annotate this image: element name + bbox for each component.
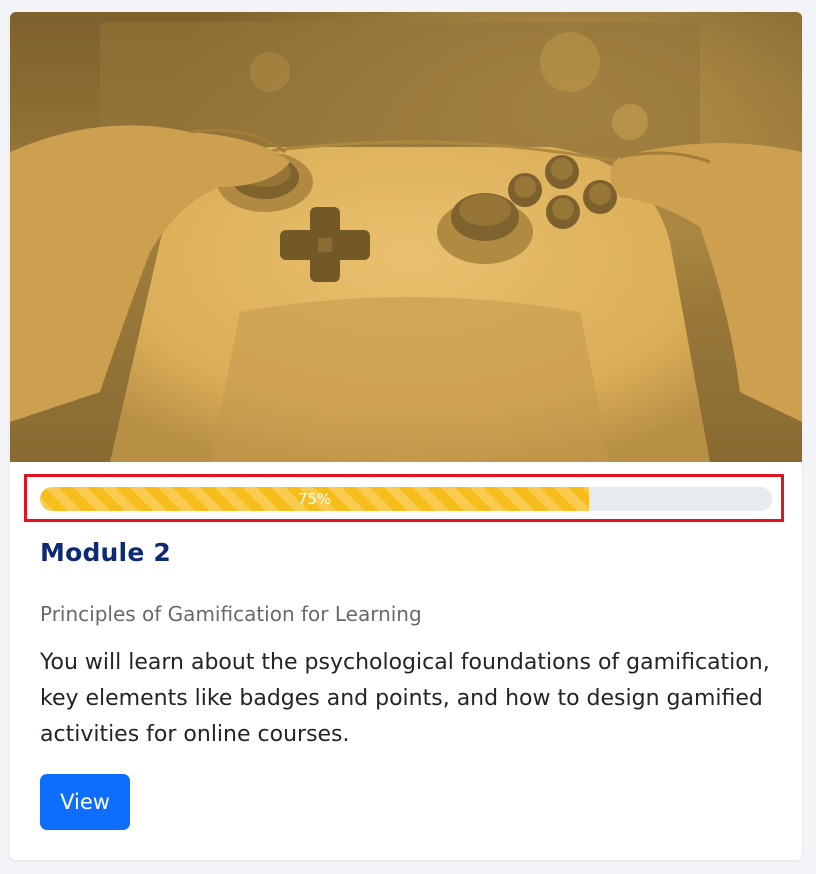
- progress-fill: 75%: [40, 487, 589, 511]
- module-card: 75% Module 2 Principles of Gamification …: [10, 12, 802, 860]
- game-controller-icon: [10, 12, 802, 462]
- view-button[interactable]: View: [40, 774, 130, 830]
- progress-bar: 75%: [40, 487, 772, 511]
- module-hero-image: [10, 12, 802, 462]
- progress-highlight: 75%: [24, 474, 784, 522]
- module-subtitle: Principles of Gamification for Learning: [40, 602, 422, 626]
- module-description: You will learn about the psychological f…: [40, 650, 770, 747]
- progress-label: 75%: [297, 490, 332, 508]
- module-title: Module 2: [40, 538, 171, 567]
